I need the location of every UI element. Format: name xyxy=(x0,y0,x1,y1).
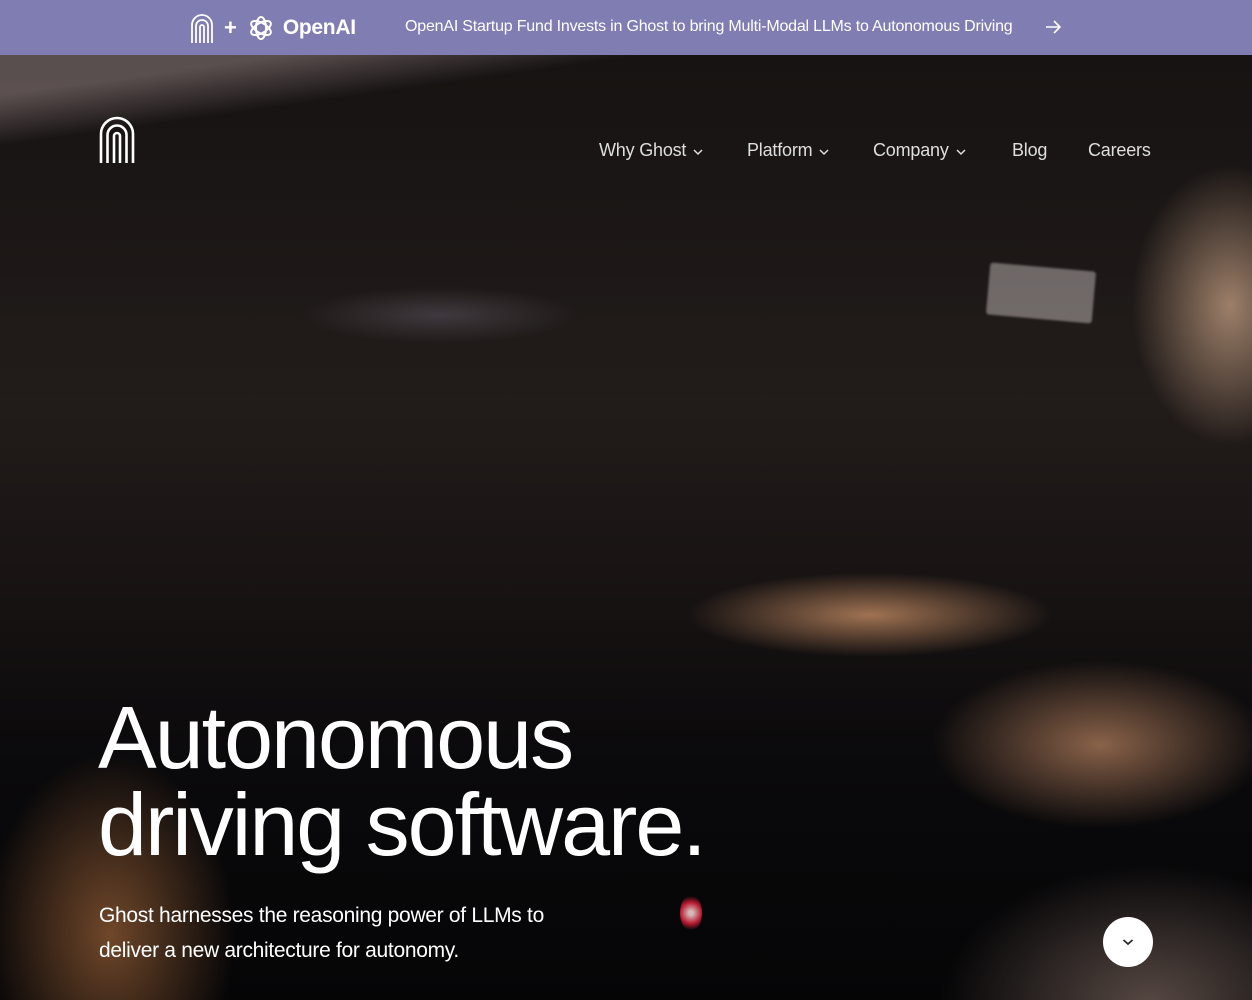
nav-item-company[interactable]: Company xyxy=(873,140,967,161)
chevron-down-icon xyxy=(956,148,966,155)
partner-logos: + OpenAI xyxy=(190,12,356,44)
hero-subtitle-line-1: Ghost harnesses the reasoning power of L… xyxy=(99,904,544,927)
announcement-banner: + OpenAI OpenAI Startup Fund Invests in … xyxy=(0,0,1252,55)
nav-item-blog[interactable]: Blog xyxy=(1012,140,1047,161)
nav-item-why-ghost[interactable]: Why Ghost xyxy=(599,140,704,161)
chevron-down-icon xyxy=(693,148,703,155)
hero-subtitle-line-2: deliver a new architecture for autonomy. xyxy=(99,939,459,962)
plus-sign: + xyxy=(224,15,237,40)
nav-item-careers[interactable]: Careers xyxy=(1088,140,1151,161)
hero-title-line-1: Autonomous xyxy=(98,688,574,787)
nav-label: Careers xyxy=(1088,140,1151,160)
nav-label: Platform xyxy=(747,140,813,160)
openai-logo-icon xyxy=(250,16,272,40)
hero-title-line-2: driving software. xyxy=(98,775,707,874)
announcement-link[interactable]: OpenAI Startup Fund Invests in Ghost to … xyxy=(405,18,1013,36)
nav-label: Why Ghost xyxy=(599,140,687,160)
scroll-down-button[interactable] xyxy=(1103,917,1153,967)
nav-label: Blog xyxy=(1012,140,1048,160)
arrow-right-icon[interactable] xyxy=(1043,14,1063,40)
chevron-down-icon xyxy=(1122,939,1134,946)
main-nav: Why Ghost Platform Company Blog Careers xyxy=(0,140,1252,164)
hero-subtitle: Ghost harnesses the reasoning power of L… xyxy=(99,898,599,968)
ghost-logo-icon xyxy=(191,14,213,43)
nav-item-platform[interactable]: Platform xyxy=(747,140,830,161)
openai-wordmark: OpenAI xyxy=(282,16,356,39)
hero-title: Autonomous driving software. xyxy=(98,694,707,869)
chevron-down-icon xyxy=(819,148,829,155)
nav-label: Company xyxy=(873,140,949,160)
